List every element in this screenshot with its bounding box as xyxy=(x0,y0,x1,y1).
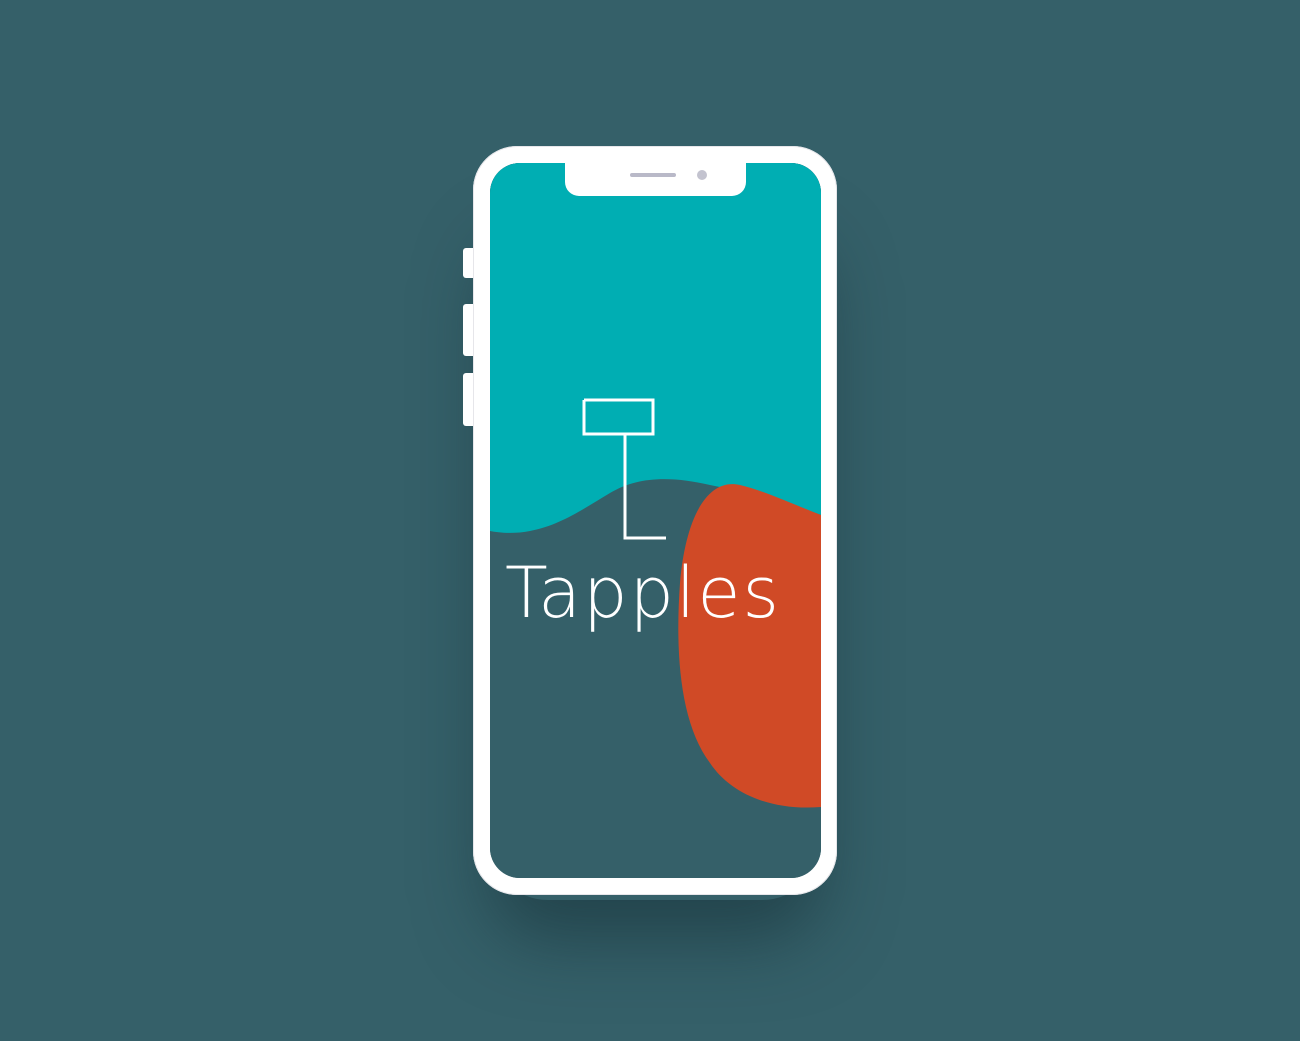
tapples-t-logo-icon xyxy=(582,398,666,540)
app-name: Tapples xyxy=(505,552,781,634)
earpiece-speaker xyxy=(630,173,676,177)
front-camera xyxy=(697,170,707,180)
phone-notch xyxy=(565,160,746,196)
